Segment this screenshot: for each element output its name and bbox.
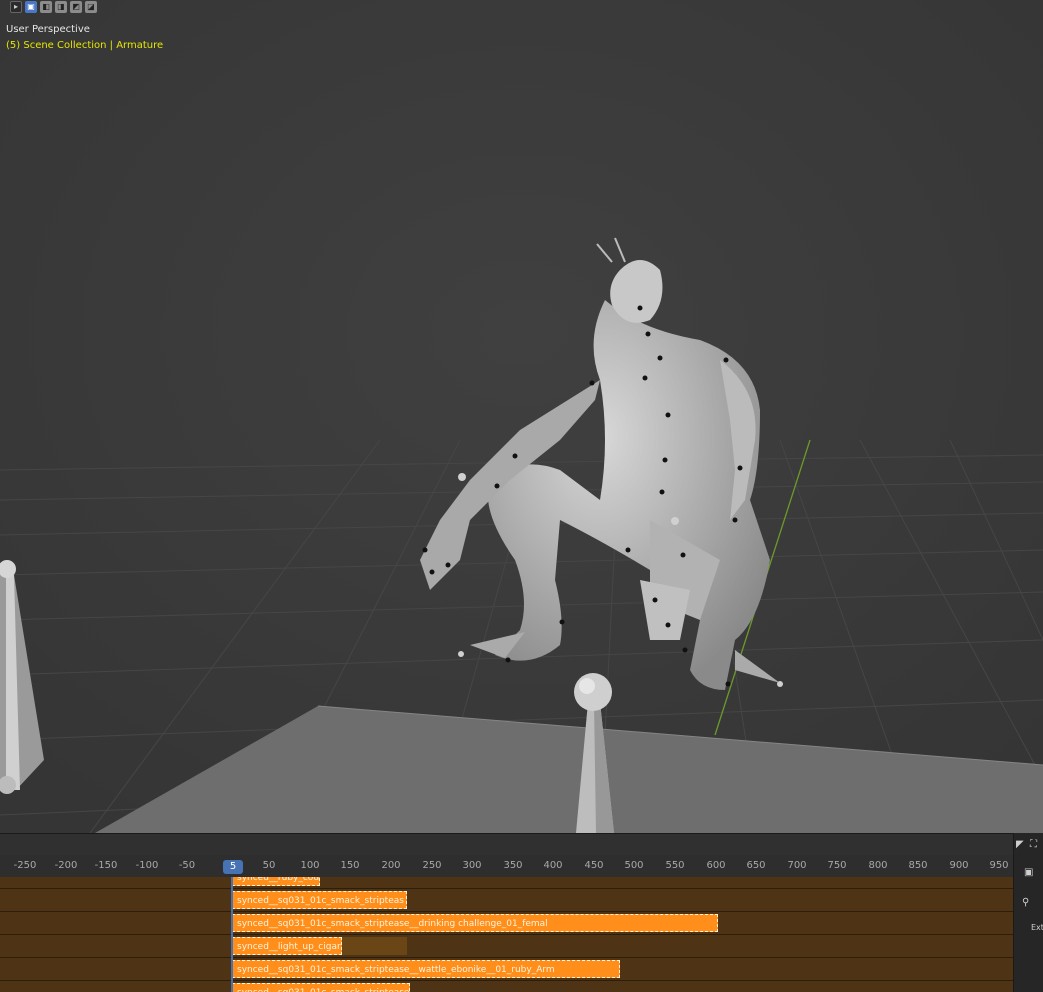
cursor-icon[interactable]: ▸: [10, 1, 22, 13]
track-row: synced__sq031_01c_smack_stripteas: [0, 889, 1013, 912]
ruler-tick: 950: [989, 860, 1009, 871]
select-invert-icon[interactable]: ◩: [70, 1, 82, 13]
active-collection-label: (5) Scene Collection | Armature: [6, 40, 164, 51]
ruler-tick: 650: [746, 860, 766, 871]
scene-canvas[interactable]: [0, 0, 1043, 833]
ruler-tick: 50: [262, 860, 276, 871]
ruler-tick: -50: [178, 860, 196, 871]
ruler-tick: 850: [908, 860, 928, 871]
ruler-tick: 350: [503, 860, 523, 871]
ruler-tick: 250: [422, 860, 442, 871]
nla-tracks[interactable]: synced__ruby_cod... synced__sq031_01c_sm…: [0, 877, 1013, 992]
action-strip[interactable]: synced__light_up_cigar: [232, 937, 342, 955]
select-tool-icon[interactable]: ◤: [1016, 839, 1024, 851]
action-strip[interactable]: synced__ruby_cod...: [232, 877, 320, 886]
ruler-tick: -200: [54, 860, 78, 871]
action-strip[interactable]: synced__sq031_01c_smack_striptease__drin…: [232, 914, 718, 932]
ruler-tick: 700: [787, 860, 807, 871]
strip-extension: [342, 937, 407, 955]
nla-header: [0, 833, 1043, 856]
ruler-tick: 300: [462, 860, 482, 871]
current-frame-indicator[interactable]: 5: [223, 860, 243, 874]
action-strip[interactable]: synced__sq031_01c_smack_striptease: [232, 983, 410, 992]
frame-ruler[interactable]: -250 -200 -150 -100 -50 5 50 100 150 200…: [0, 855, 1013, 877]
select-subtract-icon[interactable]: ◨: [55, 1, 67, 13]
track-row: synced__light_up_cigar: [0, 935, 1013, 958]
ruler-tick: -250: [13, 860, 37, 871]
ruler-tick: 800: [868, 860, 888, 871]
track-row: synced__sq031_01c_smack_striptease__drin…: [0, 912, 1013, 935]
side-tab-label[interactable]: Ext: [1031, 923, 1043, 932]
nla-editor[interactable]: -250 -200 -150 -100 -50 5 50 100 150 200…: [0, 833, 1043, 992]
ruler-tick: 150: [340, 860, 360, 871]
select-extend-icon[interactable]: ◧: [40, 1, 52, 13]
ruler-tick: 450: [584, 860, 604, 871]
track-row: synced__sq031_01c_smack_striptease__watt…: [0, 958, 1013, 981]
action-strip[interactable]: synced__sq031_01c_smack_striptease__watt…: [232, 960, 620, 978]
ruler-tick: 900: [949, 860, 969, 871]
ruler-tick: 200: [381, 860, 401, 871]
select-box-icon[interactable]: ▣: [25, 1, 37, 13]
track-row: synced__sq031_01c_smack_striptease: [0, 981, 1013, 992]
ruler-tick: -100: [135, 860, 159, 871]
action-strip[interactable]: synced__sq031_01c_smack_stripteas: [232, 891, 407, 909]
frame-all-icon[interactable]: ▣: [1024, 867, 1033, 879]
ruler-tick: -150: [94, 860, 118, 871]
playhead-line[interactable]: [231, 877, 233, 992]
viewport-header: ▸ ▣ ◧ ◨ ◩ ◪: [0, 0, 97, 14]
select-intersect-icon[interactable]: ◪: [85, 1, 97, 13]
ruler-tick: 500: [624, 860, 644, 871]
nla-sidebar: [1013, 833, 1043, 992]
ruler-tick: 550: [665, 860, 685, 871]
box-select-icon[interactable]: ⛶: [1030, 839, 1037, 851]
filter-icon[interactable]: ⚲: [1022, 897, 1029, 909]
ruler-tick: 750: [827, 860, 847, 871]
view-perspective-label: User Perspective: [6, 24, 90, 35]
ruler-tick: 100: [300, 860, 320, 871]
ruler-tick: 600: [706, 860, 726, 871]
3d-viewport[interactable]: ▸ ▣ ◧ ◨ ◩ ◪ User Perspective (5) Scene C…: [0, 0, 1043, 833]
ruler-tick: 400: [543, 860, 563, 871]
track-row: synced__ruby_cod...: [0, 877, 1013, 889]
